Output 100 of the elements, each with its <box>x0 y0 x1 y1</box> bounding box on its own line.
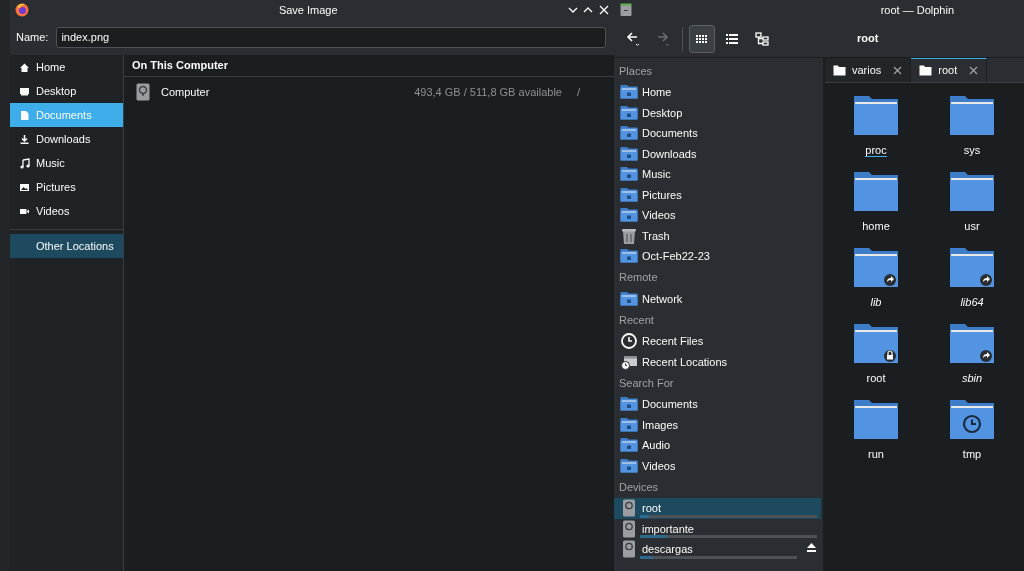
file-name[interactable]: tmp <box>962 448 982 461</box>
places-item[interactable]: Home <box>614 82 821 103</box>
close-icon[interactable] <box>893 65 903 75</box>
places-label: Network <box>642 291 683 307</box>
sidebar-item[interactable]: Other Locations <box>10 234 123 258</box>
file-name[interactable]: root <box>866 372 886 385</box>
places-item[interactable]: Pictures <box>614 184 821 205</box>
folder-shortcut-icon[interactable] <box>949 247 995 288</box>
places-item[interactable]: root <box>614 498 821 519</box>
eject-button[interactable] <box>806 542 817 553</box>
sidebar-item[interactable]: Videos <box>10 199 123 223</box>
places-label: Music <box>642 167 671 182</box>
places-label: Downloads <box>642 146 697 162</box>
folder-icon <box>620 415 638 434</box>
sidebar-item[interactable]: Pictures <box>10 175 123 199</box>
home-icon <box>19 61 30 73</box>
maximize-icon[interactable] <box>583 5 593 15</box>
places-item[interactable]: Images <box>614 414 821 435</box>
window-title: root — Dolphin <box>880 2 954 18</box>
file-name[interactable]: sys <box>963 144 981 157</box>
folder-icon <box>919 65 933 76</box>
sidebar-item[interactable]: Home <box>10 55 123 79</box>
places-label: Documents <box>642 397 698 412</box>
places-item[interactable]: Trash <box>614 225 821 246</box>
places-label: Images <box>642 417 679 433</box>
folder-icon[interactable] <box>853 171 899 212</box>
trash-icon <box>620 226 638 245</box>
folder-icon <box>620 206 638 225</box>
places-item[interactable]: Documents <box>614 394 821 415</box>
section-heading: Recent <box>618 312 655 328</box>
places-item[interactable]: Audio <box>614 435 821 456</box>
sidebar-item[interactable]: Downloads <box>10 127 123 151</box>
tree-view-icon <box>754 30 770 47</box>
folder-icon <box>620 436 638 455</box>
name-label: Name: <box>16 30 49 46</box>
places-item[interactable]: Documents <box>614 123 821 144</box>
drive-icon <box>620 540 638 559</box>
forward-arrow-icon <box>655 29 671 48</box>
name-field[interactable]: index.png <box>56 27 606 48</box>
view-mode-button[interactable] <box>689 24 715 53</box>
drive-icon <box>136 83 150 101</box>
tab[interactable]: varios <box>825 58 912 82</box>
document-icon <box>19 109 30 121</box>
browser-logo-icon <box>15 3 29 17</box>
folder-icon <box>620 289 638 308</box>
folder-icon <box>620 124 638 143</box>
folder-shortcut-icon[interactable] <box>853 247 899 288</box>
file-name[interactable]: run <box>868 448 884 461</box>
free-space-text: 493,4 GB / 511,8 GB available <box>414 84 562 100</box>
file-name[interactable]: lib <box>870 296 882 309</box>
places-item[interactable]: Recent Locations <box>614 351 821 372</box>
places-label: Trash <box>642 228 670 244</box>
places-label: Pictures <box>642 187 682 203</box>
places-item[interactable]: Desktop <box>614 102 821 123</box>
folder-icon[interactable] <box>853 399 899 440</box>
places-label: importante <box>642 521 694 537</box>
file-manager-logo-icon <box>620 3 632 17</box>
folder-icon[interactable] <box>949 95 995 136</box>
file-name[interactable]: usr <box>964 220 980 233</box>
minimize-icon[interactable] <box>567 5 578 15</box>
folder-shortcut-icon[interactable] <box>949 323 995 364</box>
places-item[interactable]: descargas <box>614 539 821 560</box>
section-heading: Search For <box>618 375 675 391</box>
places-label: Audio <box>642 438 671 453</box>
window-title: Save Image <box>277 2 339 18</box>
tab[interactable]: root <box>911 58 988 82</box>
desktop-icon <box>19 85 30 97</box>
places-item[interactable]: Music <box>614 164 821 185</box>
places-item[interactable]: Recent Files <box>614 331 821 352</box>
file-name[interactable]: proc <box>865 144 887 158</box>
places-item[interactable]: Downloads <box>614 143 821 164</box>
places-label: Videos <box>642 458 676 474</box>
places-label: descargas <box>642 542 693 557</box>
file-name[interactable]: home <box>862 220 890 233</box>
sidebar-item[interactable]: Music <box>10 151 123 175</box>
folder-clock-icon[interactable] <box>949 399 995 440</box>
location-label: root <box>857 31 879 47</box>
location-name[interactable]: Computer <box>161 83 411 101</box>
places-label: Recent Locations <box>642 354 727 370</box>
download-icon <box>19 133 30 145</box>
places-item[interactable]: Network <box>614 288 821 309</box>
places-item[interactable]: importante <box>614 518 821 539</box>
section-heading: Devices <box>618 479 660 495</box>
eject-icon <box>806 542 817 553</box>
places-item[interactable]: Videos <box>614 455 821 476</box>
folder-icon[interactable] <box>853 95 899 136</box>
folder-icon <box>620 103 638 122</box>
picture-icon <box>19 181 30 193</box>
folder-icon[interactable] <box>949 171 995 212</box>
close-icon[interactable] <box>969 66 979 75</box>
sidebar-item[interactable]: Desktop <box>10 79 123 103</box>
places-item[interactable]: Videos <box>614 205 821 226</box>
folder-icon <box>620 144 638 163</box>
file-name[interactable]: sbin <box>961 372 983 385</box>
folder-lock-icon[interactable] <box>853 323 899 364</box>
file-name[interactable]: lib64 <box>960 296 984 309</box>
tab-label: root <box>938 63 958 79</box>
tab-label: varios <box>852 62 882 78</box>
places-item[interactable]: Oct-Feb22-23 <box>614 246 821 267</box>
places-label: Documents <box>642 126 698 141</box>
